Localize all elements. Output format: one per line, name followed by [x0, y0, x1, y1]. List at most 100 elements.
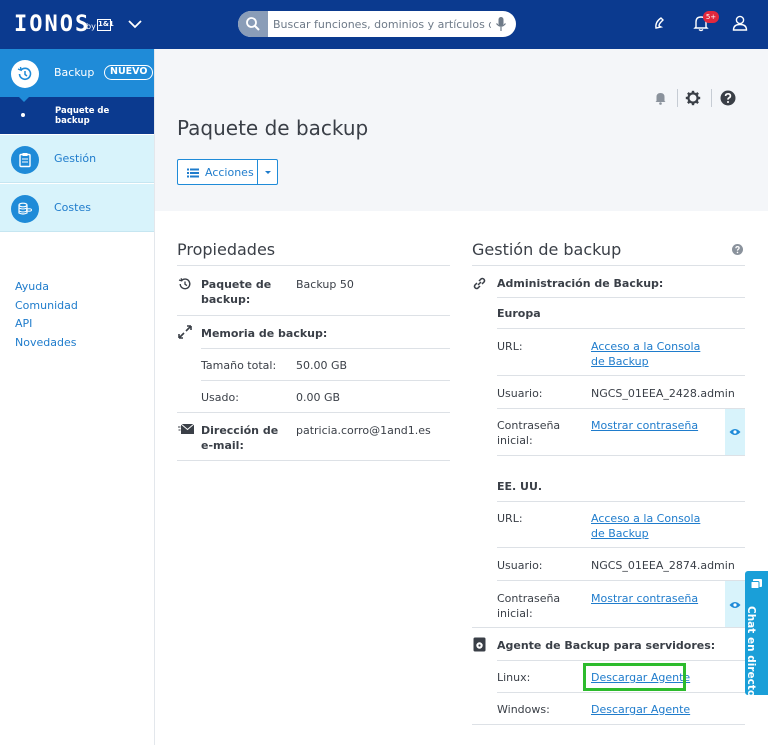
logo-1and1: 1&1 [97, 19, 114, 31]
total-size-value: 50.00 GB [296, 359, 348, 372]
divider [177, 412, 450, 413]
divider [472, 724, 745, 725]
divider [497, 297, 745, 298]
divider [177, 315, 450, 316]
email-value: patricia.corro@1and1.es [296, 424, 431, 437]
new-badge: NUEVO [104, 65, 154, 80]
eye-icon [729, 602, 741, 608]
divider [497, 328, 745, 329]
sidebar-item-label: Costes [54, 201, 91, 214]
microphone-icon[interactable] [495, 16, 507, 32]
region-europe: Europa [497, 307, 541, 320]
show-password-eye-button[interactable] [725, 409, 745, 455]
divider [497, 692, 745, 693]
divider [201, 380, 450, 381]
phone-icon[interactable] [652, 14, 670, 32]
email-label: Dirección de e-mail: [201, 424, 279, 452]
search-icon[interactable] [238, 11, 268, 37]
clipboard-icon [11, 146, 39, 174]
active-indicator [18, 96, 30, 102]
divider [497, 660, 745, 661]
link-novedades[interactable]: Novedades [15, 334, 78, 353]
logo-by-text: by [86, 22, 96, 31]
user-label: Usuario: [497, 559, 543, 572]
user-label: Usuario: [497, 387, 543, 400]
top-bar: IONOS by 1&1 5+ [0, 0, 768, 49]
eye-icon [729, 429, 741, 435]
search-bar [238, 11, 516, 37]
help-icon[interactable] [720, 90, 736, 106]
backup-history-icon [11, 60, 39, 88]
resize-arrows-icon [178, 325, 192, 339]
history-icon [178, 278, 191, 290]
actions-dropdown-toggle[interactable] [257, 159, 278, 185]
divider [177, 265, 450, 266]
sidebar-subitem-label: Paquete de backup [55, 106, 110, 126]
actions-button[interactable]: Acciones [177, 159, 258, 185]
divider [497, 547, 745, 548]
agent-label: Agente de Backup para servidores: [497, 639, 716, 652]
active-dot [21, 113, 25, 117]
link-ayuda[interactable]: Ayuda [15, 278, 78, 297]
download-agent-windows-link[interactable]: Descargar Agente [591, 702, 690, 717]
divider [677, 89, 678, 107]
search-input[interactable] [273, 11, 491, 37]
linux-label: Linux: [497, 671, 531, 684]
url-label: URL: [497, 512, 523, 525]
divider [472, 265, 745, 266]
actions-label: Acciones [205, 166, 254, 179]
live-chat-label: Chat en directo [745, 606, 757, 698]
windows-label: Windows: [497, 703, 550, 716]
region-usa: EE. UU. [497, 480, 543, 493]
divider [497, 408, 745, 409]
admin-label: Administración de Backup: [497, 277, 664, 290]
divider [497, 375, 745, 376]
help-icon[interactable] [732, 244, 743, 255]
sidebar-links: Ayuda Comunidad API Novedades [15, 278, 78, 353]
envelope-icon [178, 423, 195, 434]
password-label: Contraseña inicial: [497, 592, 561, 620]
backup-console-link-usa[interactable]: Acceso a la Consola de Backup [591, 511, 716, 541]
show-password-link-europe[interactable]: Mostrar contraseña [591, 418, 698, 433]
used-label: Usado: [201, 391, 239, 404]
link-api[interactable]: API [15, 315, 78, 334]
user-value-europe: NGCS_01EEA_2428.admin [591, 387, 735, 400]
show-password-link-usa[interactable]: Mostrar contraseña [591, 591, 698, 606]
divider [497, 501, 745, 502]
show-password-eye-button[interactable] [725, 581, 745, 627]
package-label: Paquete de backup: [201, 278, 272, 306]
divider [497, 455, 745, 456]
chevron-down-icon[interactable] [127, 16, 143, 32]
user-value-usa: NGCS_01EEA_2874.admin [591, 559, 735, 572]
ionos-logo[interactable]: IONOS [14, 12, 90, 37]
password-label: Contraseña inicial: [497, 419, 561, 447]
url-label: URL: [497, 340, 523, 353]
sidebar-item-label: Gestión [54, 152, 97, 165]
backup-console-link-europe[interactable]: Acceso a la Consola de Backup [591, 339, 716, 369]
sidebar: Backup NUEVO Paquete de backup Gestión C… [0, 49, 155, 745]
divider [201, 348, 450, 349]
user-icon[interactable] [731, 14, 749, 32]
divider [472, 627, 745, 628]
chat-icon [750, 579, 762, 589]
divider [711, 89, 712, 107]
total-size-label: Tamaño total: [201, 359, 277, 372]
server-disk-icon [473, 637, 486, 652]
notification-bell-icon[interactable] [654, 91, 667, 105]
sidebar-item-backup[interactable]: Backup NUEVO [0, 49, 154, 97]
sidebar-item-gestion[interactable]: Gestión [0, 135, 154, 183]
notification-badge: 5+ [703, 11, 719, 23]
page-title: Paquete de backup [177, 116, 369, 140]
page-header: Paquete de backup Acciones [155, 49, 768, 211]
divider [497, 580, 745, 581]
gear-icon[interactable] [685, 90, 701, 106]
link-icon [473, 277, 486, 290]
link-comunidad[interactable]: Comunidad [15, 297, 78, 316]
sidebar-item-costes[interactable]: Costes [0, 184, 154, 232]
package-value: Backup 50 [296, 278, 354, 291]
highlight-box [583, 663, 686, 691]
list-icon [187, 168, 199, 178]
properties-title: Propiedades [177, 240, 276, 259]
sidebar-subitem-backup-package[interactable]: Paquete de backup [0, 97, 154, 134]
coins-icon [11, 195, 39, 223]
